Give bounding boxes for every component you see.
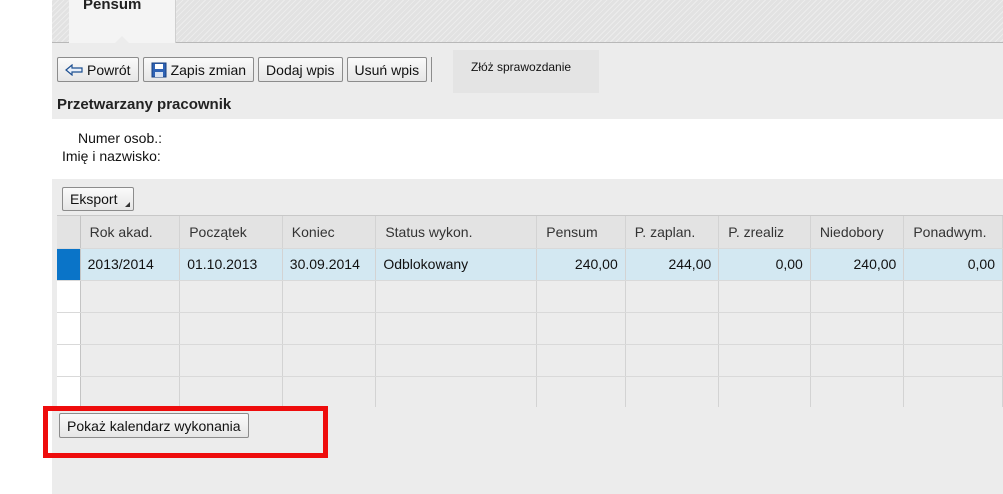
table-cell: 244,00 [625, 248, 720, 281]
row-selector[interactable] [57, 376, 81, 407]
submit-report-label: Złóż sprawozdanie [471, 60, 572, 74]
add-entry-button[interactable]: Dodaj wpis [258, 57, 343, 82]
floppy-disk-icon [151, 62, 167, 77]
employee-number-label: Numer osob.: [78, 130, 163, 146]
column-header[interactable]: Niedobory [810, 216, 905, 249]
table-cell: Odblokowany [375, 248, 538, 281]
column-header[interactable]: Status wykon. [375, 216, 538, 249]
row-selector[interactable] [57, 312, 81, 345]
table-cell: 30.09.2014 [282, 248, 377, 281]
arrow-left-icon [65, 63, 83, 76]
select-all-cell[interactable] [57, 216, 81, 249]
page: Pensum Powrót Zapis zmian Dodaj wpis Usu… [43, 0, 1003, 494]
row-selector[interactable] [57, 280, 81, 313]
back-button-label: Powrót [87, 61, 131, 78]
tab-pensum[interactable]: Pensum [69, 0, 176, 43]
pensum-table: Rok akad. Początek Koniec Status wykon. … [57, 215, 1003, 407]
employee-info-panel: Numer osob.: Imię i nazwisko: [52, 119, 1003, 179]
dropdown-corner-icon [125, 202, 131, 207]
column-header[interactable]: P. zrealiz [718, 216, 811, 249]
employee-name-label: Imię i nazwisko: [62, 148, 161, 164]
table-header-row: Rok akad. Początek Koniec Status wykon. … [57, 216, 1003, 249]
save-button-label: Zapis zmian [170, 61, 247, 78]
column-header[interactable]: P. zaplan. [625, 216, 720, 249]
table-cell: 240,00 [810, 248, 905, 281]
table-row-empty[interactable] [57, 280, 1003, 313]
row-selector[interactable] [57, 248, 81, 281]
export-button-label: Eksport [70, 191, 118, 207]
delete-entry-button-label: Usuń wpis [354, 61, 420, 78]
save-button[interactable]: Zapis zmian [142, 57, 255, 82]
table-row-empty[interactable] [57, 344, 1003, 377]
highlight-box [43, 406, 328, 458]
table-row[interactable]: 2013/2014 01.10.2013 30.09.2014 Odblokow… [57, 248, 1003, 281]
table-row-empty[interactable] [57, 376, 1003, 407]
export-button[interactable]: Eksport [62, 187, 135, 211]
add-entry-button-label: Dodaj wpis [266, 61, 335, 78]
column-header[interactable]: Pensum [536, 216, 626, 249]
tab-indicator [115, 36, 129, 43]
section-title-employee: Przetwarzany pracownik [57, 96, 232, 113]
row-selector[interactable] [57, 344, 81, 377]
table-cell: 0,00 [903, 248, 1003, 281]
table-cell: 01.10.2013 [179, 248, 283, 281]
column-header[interactable]: Początek [179, 216, 283, 249]
toolbar-separator [431, 57, 433, 82]
column-header[interactable]: Koniec [282, 216, 377, 249]
toolbar: Powrót Zapis zmian Dodaj wpis Usuń wpis [57, 57, 433, 83]
table-cell: 240,00 [536, 248, 626, 281]
table-cell: 0,00 [718, 248, 811, 281]
table-row-empty[interactable] [57, 312, 1003, 345]
submit-report-button[interactable]: Złóż sprawozdanie [453, 50, 599, 93]
back-button[interactable]: Powrót [57, 57, 139, 82]
tab-pensum-label: Pensum [83, 0, 142, 13]
header-bar: Pensum [52, 0, 1003, 43]
column-header[interactable]: Ponadwym. [903, 216, 1003, 249]
column-header[interactable]: Rok akad. [80, 216, 181, 249]
delete-entry-button[interactable]: Usuń wpis [346, 57, 428, 82]
table-cell: 2013/2014 [80, 248, 181, 281]
